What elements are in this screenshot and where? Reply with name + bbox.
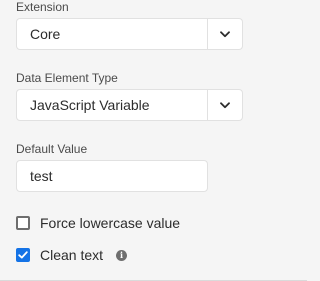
extension-label: Extension [16, 0, 69, 14]
clean-text-option[interactable]: Clean text i [16, 245, 128, 265]
force-lowercase-label: Force lowercase value [40, 215, 181, 231]
clean-text-checkbox[interactable] [16, 248, 30, 262]
data-element-settings-panel: Extension Core Data Element Type JavaScr… [0, 0, 307, 281]
default-value-input[interactable] [16, 160, 208, 192]
data-element-type-picker-toggle[interactable] [207, 90, 242, 120]
extension-picker-value: Core [30, 26, 61, 42]
force-lowercase-checkbox[interactable] [16, 216, 30, 230]
default-value-label: Default Value [16, 142, 88, 156]
extension-picker-toggle[interactable] [207, 19, 242, 49]
data-element-type-picker[interactable]: JavaScript Variable [16, 89, 243, 121]
data-element-type-picker-value: JavaScript Variable [30, 97, 150, 113]
clean-text-label: Clean text [40, 247, 104, 263]
force-lowercase-option[interactable]: Force lowercase value [16, 213, 180, 233]
extension-picker[interactable]: Core [16, 18, 243, 50]
checkmark-icon [18, 251, 28, 259]
data-element-type-label: Data Element Type [16, 71, 118, 85]
chevron-down-icon [220, 30, 230, 37]
chevron-down-icon [220, 101, 230, 108]
info-icon[interactable]: i [116, 249, 128, 261]
